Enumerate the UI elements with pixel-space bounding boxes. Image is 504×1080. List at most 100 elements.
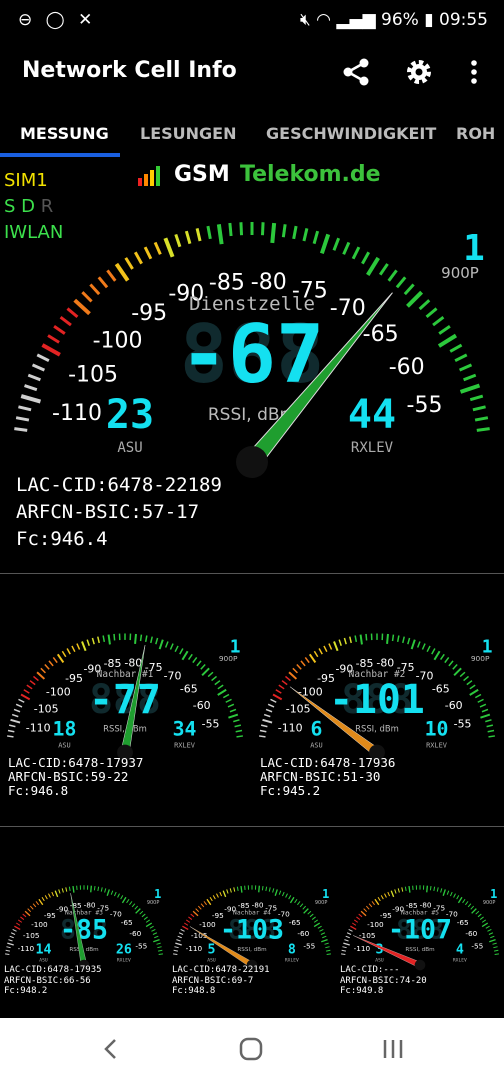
fc: Fc:945.2 [260,783,321,798]
recents-icon[interactable] [380,1036,406,1062]
tab-roh[interactable]: ROH [456,124,495,143]
gauge-tick [474,416,489,422]
gauge-tick [426,645,431,653]
gauge-tick [463,675,470,682]
gauge-tick [274,889,278,896]
gauge-tick [259,729,267,733]
gauge-tick-label: -105 [34,702,59,715]
gauge-tick [431,648,436,655]
more-vert-icon[interactable] [458,56,490,88]
band-label: 900P [219,654,238,663]
gauge-tick [66,648,71,655]
gauge-tick-label: -95 [131,301,167,326]
gauge-tick [263,713,271,718]
gauge-tick [154,935,159,939]
gauge-tick [71,645,76,653]
gauge-tick [418,299,431,311]
gauge-tick [351,246,361,260]
gauge-tick-label: -105 [286,702,311,715]
gauge-tick [469,688,479,696]
gauge-tick [153,938,160,943]
fc: Fc:948.8 [172,986,216,996]
gauge-tick [225,698,232,703]
gauge-tick [477,698,484,703]
gauge-tick [449,343,463,353]
rxlev-label: RXLEV [285,958,299,964]
gauge-tick [492,942,497,945]
gauge-tick [156,942,161,945]
gauge-tick [476,427,490,432]
gauge-tick [107,634,111,645]
gauge-tick-label: -80 [251,270,287,295]
gauge-tick [139,910,144,915]
gauge-tick [41,896,45,902]
gauge-tick [206,225,212,240]
gauge-tick [462,898,466,904]
gauge-tick [294,898,298,904]
gauge-tick [326,949,331,952]
gauge-tick [10,932,16,935]
share-icon[interactable] [340,56,372,88]
gauge-tick [410,639,416,650]
lac-cid: LAC-CID:6478-17937 [8,755,144,770]
lac-cid: LAC-CID:6478-22189 [16,474,222,496]
gauge-tick-label: -110 [18,944,35,953]
home-icon[interactable] [238,1036,264,1062]
gauge-tick [363,908,368,913]
gauge-tick-label: -65 [121,918,133,927]
gauge-tick [421,643,426,650]
gauge-tick [27,373,41,382]
gauge-tick [463,373,477,382]
back-icon[interactable] [98,1036,124,1062]
main-cell-info: LAC-CID:6478-22189 ARFCN-BSIC:57-17 Fc:946… [16,472,222,553]
gauge-tick [54,890,59,898]
gauge-tick [139,634,143,642]
gauge-tick-label: -70 [110,909,122,918]
gauge-tick [235,729,243,733]
notification-icons: ⊖ ◯ ✕ [18,10,97,30]
gauge-tick [206,898,212,906]
tab-lesungen[interactable]: LESUNGEN [140,124,236,143]
asu-label: ASU [375,958,384,964]
gauge-tick [453,893,456,898]
gauge-tick-label: -60 [389,355,425,380]
gauge-tick-label: -80 [124,657,142,670]
gauge-tick [164,641,169,648]
band-value: 1 [322,887,329,901]
gauge-tick [184,230,192,245]
settings-icon[interactable] [403,56,435,88]
gauge-tick [323,645,328,653]
gauge-tick [110,890,114,895]
gauge-tick [203,901,207,906]
gauge-tick [114,262,130,282]
gauge-tick [446,890,450,895]
gauge-tick [302,905,307,910]
gauge-tick [17,919,23,923]
gauge-tick [292,667,298,674]
gauge-tick [465,901,469,906]
gauge-tick [26,684,33,690]
gauge-tick [7,729,15,733]
gauge-tick [153,241,162,255]
gauge-tick [321,938,328,943]
gauge-tick [124,257,134,270]
gauge-tick [175,942,182,946]
rxlev-label: RXLEV [453,958,467,964]
gauge-tick [406,290,424,308]
band-value: 1 [154,887,161,901]
gauge-tick [192,910,199,917]
gauge-tick [485,719,492,723]
lac-cid: LAC-CID:--- [340,965,400,975]
asu-label: ASU [58,742,71,750]
gauge-tick [466,680,473,686]
gauge-tick [180,928,185,932]
gauge-tick [481,919,487,923]
gauge-main: -110-105-100-95-90 -85 -80 -75-70-65-60-55D… [14,222,490,478]
gauge-tick [454,353,468,362]
tab-messung[interactable]: MESSUNG [20,124,109,143]
rxlev-label: RXLEV [426,742,447,750]
gauge-tick [240,885,243,893]
tab-geschwindigkeit[interactable]: GESCHWINDIGKEIT [266,124,436,143]
gauge-unit: RSSI, dBm [355,724,399,734]
gauge-tick [433,886,436,891]
